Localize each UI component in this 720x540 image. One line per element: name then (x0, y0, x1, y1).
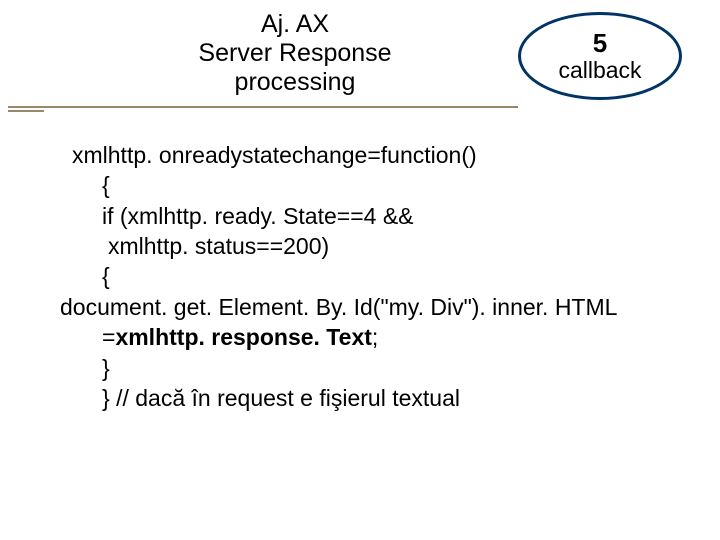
step-label: callback (558, 58, 641, 82)
code-line-5: { (72, 261, 702, 291)
code-line-2: { (72, 170, 702, 200)
code-line-6b: =xmlhttp. response. Text; (72, 322, 702, 352)
divider-line (8, 106, 518, 108)
code-l6b-bold: xmlhttp. response. Text (115, 324, 371, 350)
code-l6b-pre: = (102, 324, 115, 350)
title-line-2: Server Response (155, 39, 435, 68)
code-line-1: xmlhttp. onreadystatechange=function() (72, 142, 477, 168)
code-line-3: if (xmlhttp. ready. State==4 && (72, 201, 702, 231)
code-line-7: } (72, 353, 702, 383)
code-line-6a: document. get. Element. By. Id("my. Div"… (60, 292, 702, 322)
title-line-1: Aj. AX (155, 10, 435, 39)
code-l6b-post: ; (372, 324, 378, 350)
code-block: xmlhttp. onreadystatechange=function() {… (72, 140, 702, 413)
step-number: 5 (593, 30, 607, 57)
slide: Aj. AX Server Response processing 5 call… (0, 0, 720, 540)
step-badge: 5 callback (518, 12, 682, 100)
code-line-4: xmlhttp. status==200) (72, 231, 702, 261)
slide-title: Aj. AX Server Response processing (155, 10, 435, 96)
divider-accent (8, 110, 44, 112)
code-line-8: } // dacă în request e fişierul textual (72, 383, 702, 413)
title-line-3: processing (155, 68, 435, 97)
